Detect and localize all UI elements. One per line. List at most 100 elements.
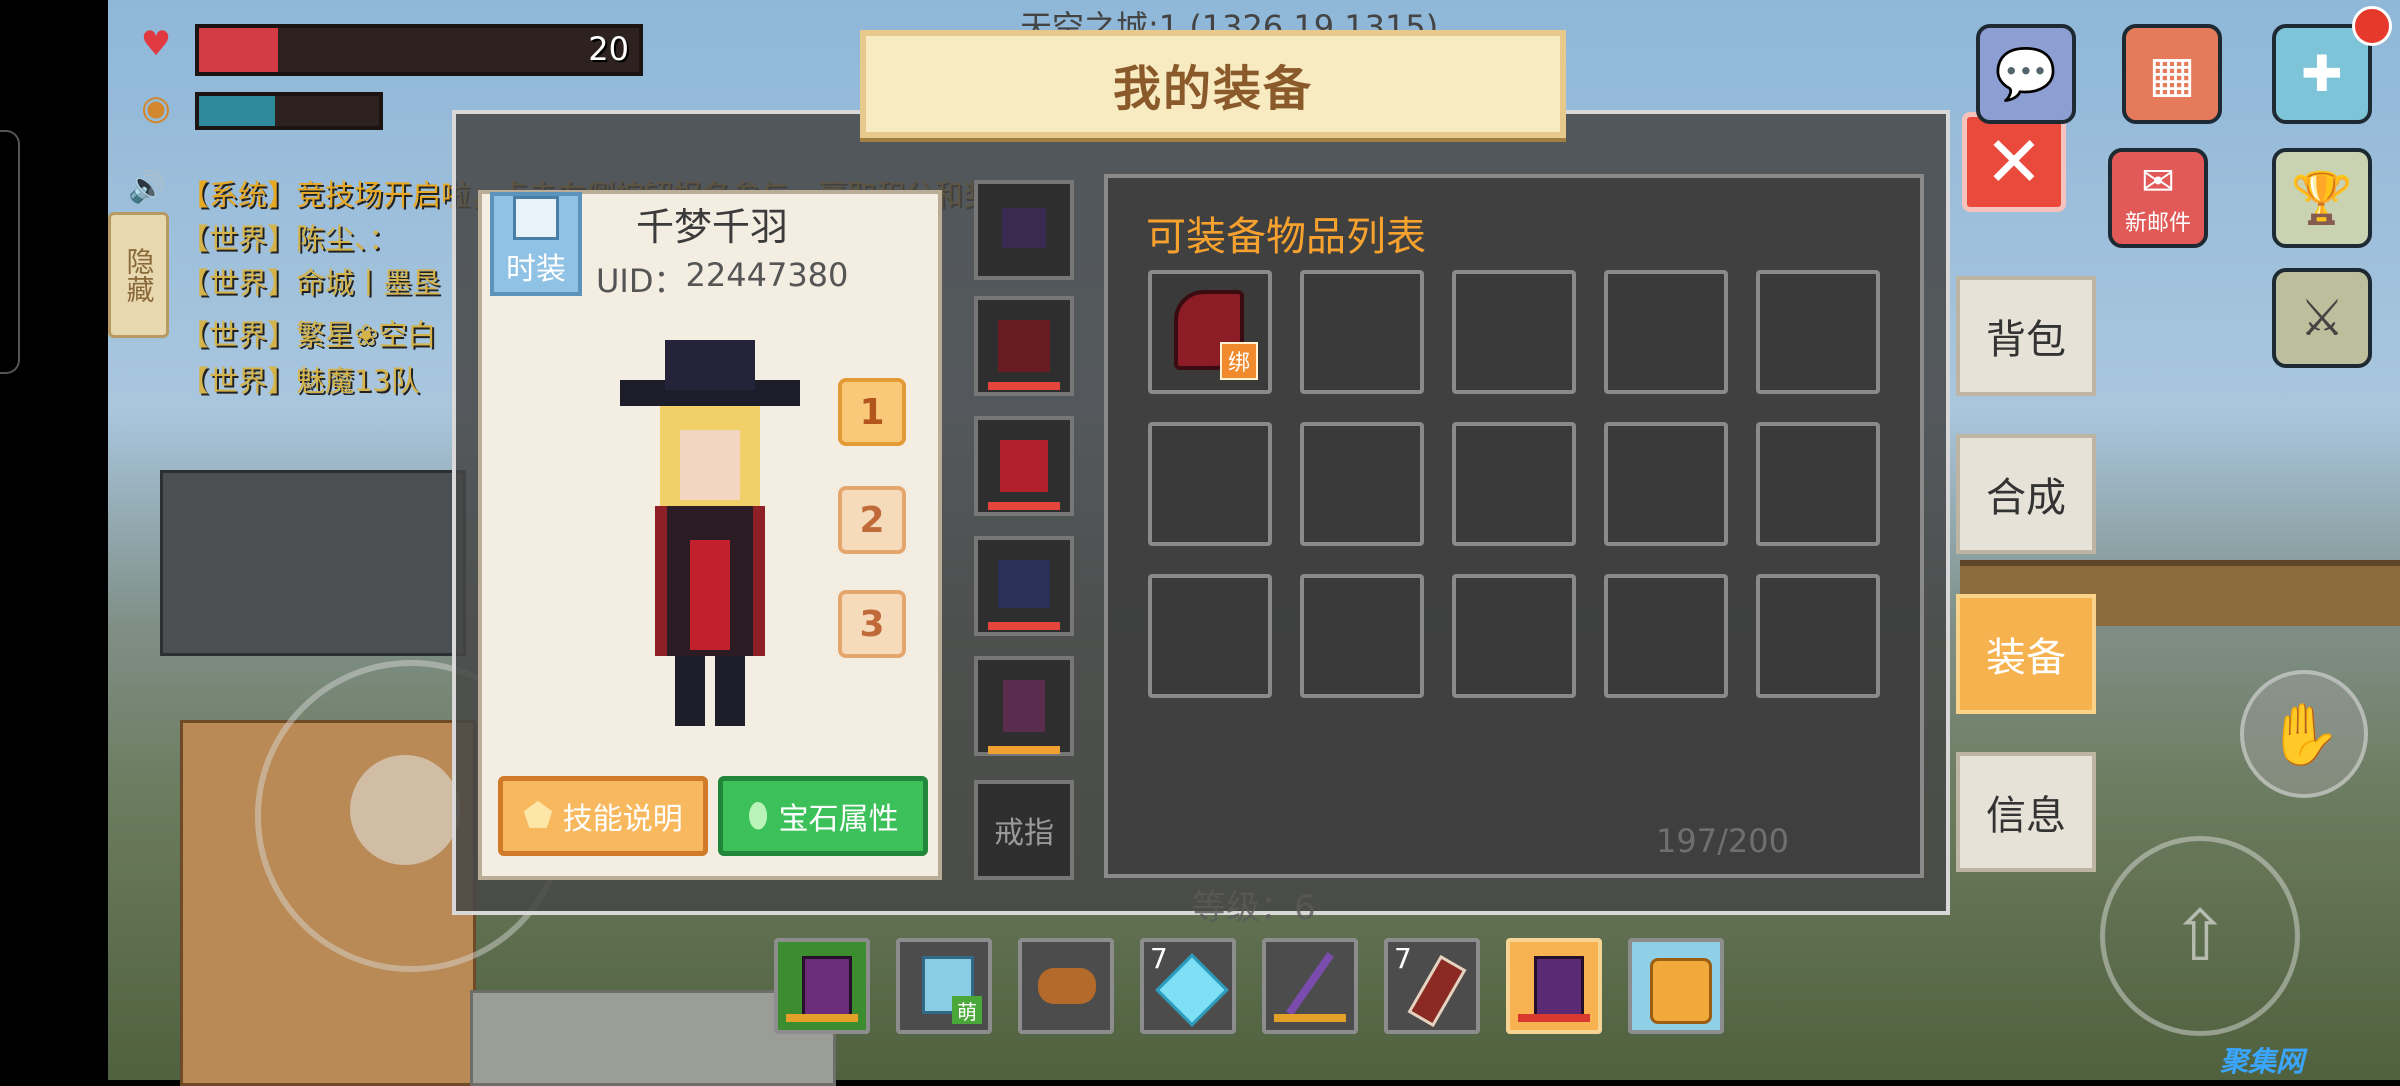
arrow-up-icon: ⇧: [2170, 895, 2230, 977]
hunger-icon: ◉: [141, 88, 171, 128]
watermark: 聚集网: [2220, 1045, 2305, 1078]
skill-description-label: 技能说明: [562, 802, 683, 837]
preset-2-button[interactable]: 2: [838, 486, 906, 554]
tab-equipment[interactable]: 装备: [1956, 594, 2096, 714]
mail-icon: ✉: [2141, 159, 2175, 205]
gem-icon: ⬮: [747, 796, 769, 836]
system-edge-handle[interactable]: [0, 130, 20, 374]
chat-line: 【世界】命城丨墨垦: [180, 266, 442, 300]
notification-dot: [2352, 6, 2392, 46]
durability-bar: [988, 382, 1060, 390]
item-count: 7: [1394, 942, 1412, 975]
shop-button[interactable]: ▦: [2122, 24, 2222, 124]
item-count: 7: [1150, 942, 1168, 975]
preset-3-button[interactable]: 3: [838, 590, 906, 658]
health-bar-fill: [199, 28, 279, 72]
armor-item-icon: [998, 320, 1050, 372]
uid-row: UID： 22447380: [596, 256, 848, 302]
equippable-slot[interactable]: [1148, 574, 1272, 698]
equippable-slot[interactable]: [1300, 574, 1424, 698]
character-name: 千梦千羽: [636, 205, 789, 249]
equip-slot-pants[interactable]: [974, 416, 1074, 516]
equip-slot-boots[interactable]: [974, 536, 1074, 636]
equippable-slot[interactable]: [1604, 574, 1728, 698]
equip-slot-accessory[interactable]: [974, 656, 1074, 756]
equip-slot-armor[interactable]: [974, 296, 1074, 396]
accessory-item-icon: [1003, 680, 1045, 732]
shield-icon: ⬟: [523, 796, 553, 836]
equippable-slot[interactable]: [1756, 574, 1880, 698]
pvp-button[interactable]: ⚔: [2272, 268, 2372, 368]
trophy-icon: 🏆: [2290, 168, 2354, 227]
hide-chat-button[interactable]: 隐藏: [108, 212, 169, 338]
character-robe-front: [690, 540, 730, 650]
health-value: 20: [588, 30, 629, 68]
new-mail-button[interactable]: ✉ 新邮件: [2108, 148, 2208, 248]
hotbar-slot[interactable]: 7: [1384, 938, 1480, 1034]
chat-bubble-icon: 💬: [1994, 44, 2058, 103]
equippable-slot[interactable]: [1452, 422, 1576, 546]
equippable-slot[interactable]: 绑: [1148, 270, 1272, 394]
equippable-list-title: 可装备物品列表: [1146, 214, 1426, 260]
pants-item-icon: [1000, 440, 1048, 492]
gem-attributes-button[interactable]: ⬮ 宝石属性: [718, 776, 928, 856]
preset-1-button[interactable]: 1: [838, 378, 906, 446]
character-face: [680, 430, 740, 500]
shirt-icon: [513, 196, 559, 240]
hotbar-slot[interactable]: [1018, 938, 1114, 1034]
equippable-slot[interactable]: [1604, 270, 1728, 394]
hotbar-slot-selected[interactable]: [1506, 938, 1602, 1034]
durability-bar: [786, 1014, 858, 1022]
chat-line: 【世界】繁星❀空白: [180, 318, 437, 352]
backpack-button[interactable]: [1628, 938, 1724, 1034]
equippable-slot[interactable]: [1300, 270, 1424, 394]
close-icon: ✕: [1984, 121, 2044, 203]
new-badge: 萌: [952, 996, 982, 1024]
equippable-slot[interactable]: [1756, 270, 1880, 394]
joystick-knob[interactable]: [350, 755, 460, 865]
witch-hat: [665, 340, 755, 390]
hotbar-slot[interactable]: [774, 938, 870, 1034]
hunger-bar-fill: [199, 96, 275, 126]
hotbar-slot[interactable]: 7: [1140, 938, 1236, 1034]
equippable-slot[interactable]: [1452, 270, 1576, 394]
close-button[interactable]: ✕: [1962, 112, 2066, 212]
costume-button[interactable]: 时装: [490, 192, 582, 296]
durability-bar: [1274, 1014, 1346, 1022]
fishing-rod-item-icon: [1286, 952, 1334, 1016]
fish-item-icon: [1038, 968, 1096, 1004]
equippable-slot[interactable]: [1148, 422, 1272, 546]
gem-attributes-label: 宝石属性: [778, 802, 899, 837]
tab-info[interactable]: 信息: [1956, 752, 2096, 872]
chat-bubble-button[interactable]: 💬: [1976, 24, 2076, 124]
equippable-grid: 绑: [1148, 270, 1880, 698]
equippable-slot[interactable]: [1756, 422, 1880, 546]
hotbar-slot[interactable]: 萌: [896, 938, 992, 1034]
character-leg-left: [675, 656, 705, 726]
mace-item-icon: [1534, 956, 1584, 1018]
tab-crafting[interactable]: 合成: [1956, 434, 2096, 554]
equip-slot-hat[interactable]: [974, 180, 1074, 280]
equippable-slot[interactable]: [1300, 422, 1424, 546]
durability-bar: [1518, 1014, 1590, 1022]
heart-icon: ♥: [140, 24, 172, 64]
world-block-wall: [160, 470, 466, 656]
trophy-button[interactable]: 🏆: [2272, 148, 2372, 248]
durability-bar: [988, 502, 1060, 510]
durability-bar: [988, 746, 1060, 754]
hotbar-slot[interactable]: [1262, 938, 1358, 1034]
uid-label: UID：: [596, 262, 686, 300]
skill-description-button[interactable]: ⬟ 技能说明: [498, 776, 708, 856]
equip-slot-ring[interactable]: 戒指: [974, 780, 1074, 880]
chat-line: 【世界】魅魔13队: [180, 364, 420, 398]
attack-button[interactable]: ✋: [2240, 670, 2368, 798]
boots-item-icon: [998, 560, 1050, 608]
modal-title: 我的装备: [1112, 61, 1313, 117]
jump-button[interactable]: ⇧: [2100, 836, 2300, 1036]
character-leg-right: [715, 656, 745, 726]
equippable-slot[interactable]: [1604, 422, 1728, 546]
tab-backpack[interactable]: 背包: [1956, 276, 2096, 396]
equippable-slot[interactable]: [1452, 574, 1576, 698]
uid-value: 22447380: [685, 256, 849, 294]
hunger-bar: [195, 92, 383, 130]
